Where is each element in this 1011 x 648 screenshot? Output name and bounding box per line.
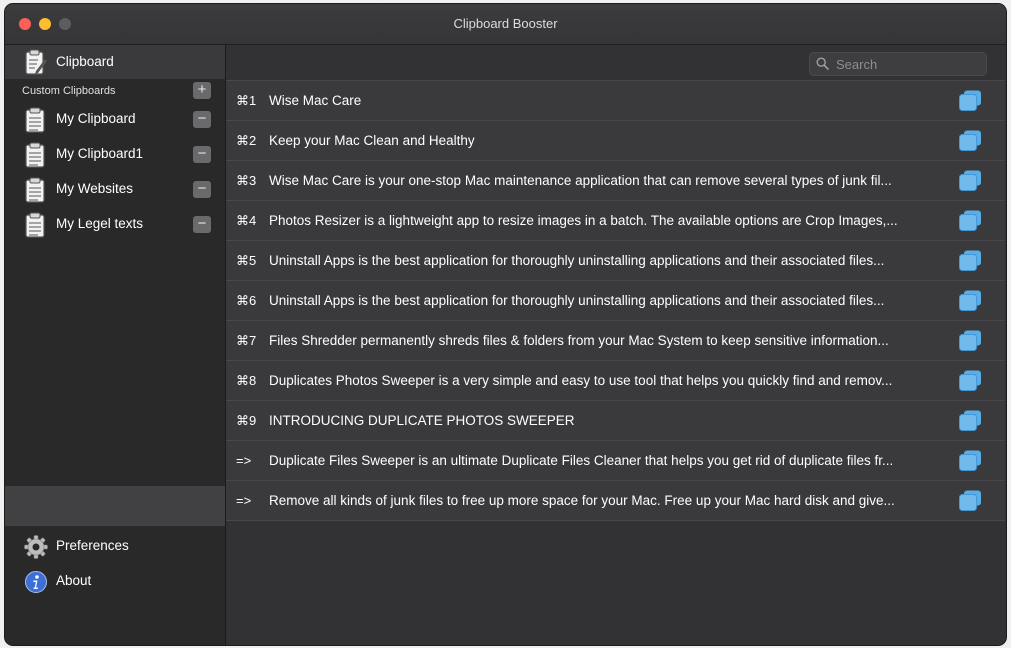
copy-icon[interactable] — [959, 330, 982, 356]
clip-text: INTRODUCING DUPLICATE PHOTOS SWEEPER — [269, 413, 575, 428]
sidebar-item-label: My Clipboard — [56, 111, 136, 126]
clip-text: Remove all kinds of junk files to free u… — [269, 493, 895, 508]
copy-icon[interactable] — [959, 410, 982, 436]
sidebar-item-label: My Legel texts — [56, 216, 144, 231]
info-icon — [24, 570, 48, 599]
clip-row[interactable]: => Duplicate Files Sweeper is an ultimat… — [226, 440, 1005, 480]
clip-text: Uninstall Apps is the best application f… — [269, 253, 885, 268]
clip-row[interactable]: ⌘9 INTRODUCING DUPLICATE PHOTOS SWEEPER — [226, 400, 1005, 440]
clip-row[interactable]: ⌘8 Duplicates Photos Sweeper is a very s… — [226, 360, 1005, 400]
app-window: Clipboard Booster Clipboard Custom Clipb… — [5, 4, 1006, 645]
copy-icon[interactable] — [959, 450, 982, 476]
clip-shortcut: ⌘7 — [236, 333, 257, 348]
clip-shortcut: ⌘2 — [236, 133, 257, 148]
copy-icon[interactable] — [959, 210, 982, 236]
remove-clipboard-button[interactable]: − — [193, 111, 211, 128]
clipboard-icon — [24, 142, 46, 173]
sidebar: Clipboard Custom Clipboards + My Clipboa… — [5, 45, 226, 645]
about-label: About — [56, 573, 92, 588]
clip-row[interactable]: ⌘1 Wise Mac Care — [226, 80, 1005, 120]
copy-icon[interactable] — [959, 170, 982, 196]
sidebar-item-clipboard[interactable]: Clipboard — [5, 45, 225, 79]
clipboard-edit-icon — [24, 49, 48, 81]
clipboard-icon — [24, 212, 46, 243]
clip-shortcut: => — [236, 453, 252, 468]
clip-row[interactable]: ⌘5 Uninstall Apps is the best applicatio… — [226, 240, 1005, 280]
clip-row[interactable]: ⌘4 Photos Resizer is a lightweight app t… — [226, 200, 1005, 240]
sidebar-item-my-clipboard[interactable]: My Clipboard − — [5, 103, 225, 137]
preferences-label: Preferences — [56, 538, 129, 553]
clip-list-panel: ⌘1 Wise Mac Care ⌘2 Keep your Mac Clean … — [226, 45, 1006, 645]
sidebar-item-label: Clipboard — [56, 54, 114, 69]
clip-text: Files Shredder permanently shreds files … — [269, 333, 889, 348]
custom-clipboards-heading: Custom Clipboards — [22, 85, 116, 97]
copy-icon[interactable] — [959, 490, 982, 516]
clip-row[interactable]: ⌘3 Wise Mac Care is your one-stop Mac ma… — [226, 160, 1005, 200]
clip-text: Wise Mac Care is your one-stop Mac maint… — [269, 173, 892, 188]
clip-text: Uninstall Apps is the best application f… — [269, 293, 885, 308]
sidebar-item-label: My Websites — [56, 181, 134, 196]
about-button[interactable]: About — [5, 565, 225, 599]
window-title: Clipboard Booster — [453, 16, 558, 31]
copy-icon[interactable] — [959, 290, 982, 316]
clip-shortcut: ⌘3 — [236, 173, 257, 188]
clip-shortcut: ⌘6 — [236, 293, 257, 308]
clip-row[interactable]: ⌘6 Uninstall Apps is the best applicatio… — [226, 280, 1005, 320]
search-input[interactable] — [834, 55, 983, 74]
clipboard-icon — [24, 177, 46, 208]
sidebar-item-my-clipboard1[interactable]: My Clipboard1 − — [5, 138, 225, 172]
clip-shortcut: ⌘5 — [236, 253, 257, 268]
clipboard-icon — [24, 107, 46, 138]
copy-icon[interactable] — [959, 250, 982, 276]
clip-shortcut: ⌘1 — [236, 93, 257, 108]
add-clipboard-button[interactable]: + — [193, 82, 211, 99]
clip-list: ⌘1 Wise Mac Care ⌘2 Keep your Mac Clean … — [226, 80, 1005, 521]
sidebar-selection-highlight — [5, 486, 225, 526]
sidebar-item-my-websites[interactable]: My Websites − — [5, 173, 225, 207]
clip-shortcut: ⌘9 — [236, 413, 257, 428]
copy-icon[interactable] — [959, 130, 982, 156]
clip-row[interactable]: => Remove all kinds of junk files to fre… — [226, 480, 1005, 521]
sidebar-item-label: My Clipboard1 — [56, 146, 144, 161]
search-icon — [816, 57, 829, 75]
remove-clipboard-button[interactable]: − — [193, 181, 211, 198]
copy-icon[interactable] — [959, 370, 982, 396]
remove-clipboard-button[interactable]: − — [193, 216, 211, 233]
clip-shortcut: => — [236, 493, 252, 508]
gear-icon — [24, 535, 48, 564]
title-bar: Clipboard Booster — [5, 4, 1006, 45]
clip-text: Duplicate Files Sweeper is an ultimate D… — [269, 453, 894, 468]
remove-clipboard-button[interactable]: − — [193, 146, 211, 163]
clip-text: Photos Resizer is a lightweight app to r… — [269, 213, 898, 228]
clip-shortcut: ⌘4 — [236, 213, 257, 228]
clip-row[interactable]: ⌘2 Keep your Mac Clean and Healthy — [226, 120, 1005, 160]
clip-text: Keep your Mac Clean and Healthy — [269, 133, 475, 148]
search-field[interactable] — [809, 52, 987, 76]
clip-shortcut: ⌘8 — [236, 373, 257, 388]
sidebar-item-my-legel-texts[interactable]: My Legel texts − — [5, 208, 225, 242]
preferences-button[interactable]: Preferences — [5, 530, 225, 564]
clip-text: Duplicates Photos Sweeper is a very simp… — [269, 373, 893, 388]
clip-row[interactable]: ⌘7 Files Shredder permanently shreds fil… — [226, 320, 1005, 360]
copy-icon[interactable] — [959, 90, 982, 116]
clip-text: Wise Mac Care — [269, 93, 362, 108]
